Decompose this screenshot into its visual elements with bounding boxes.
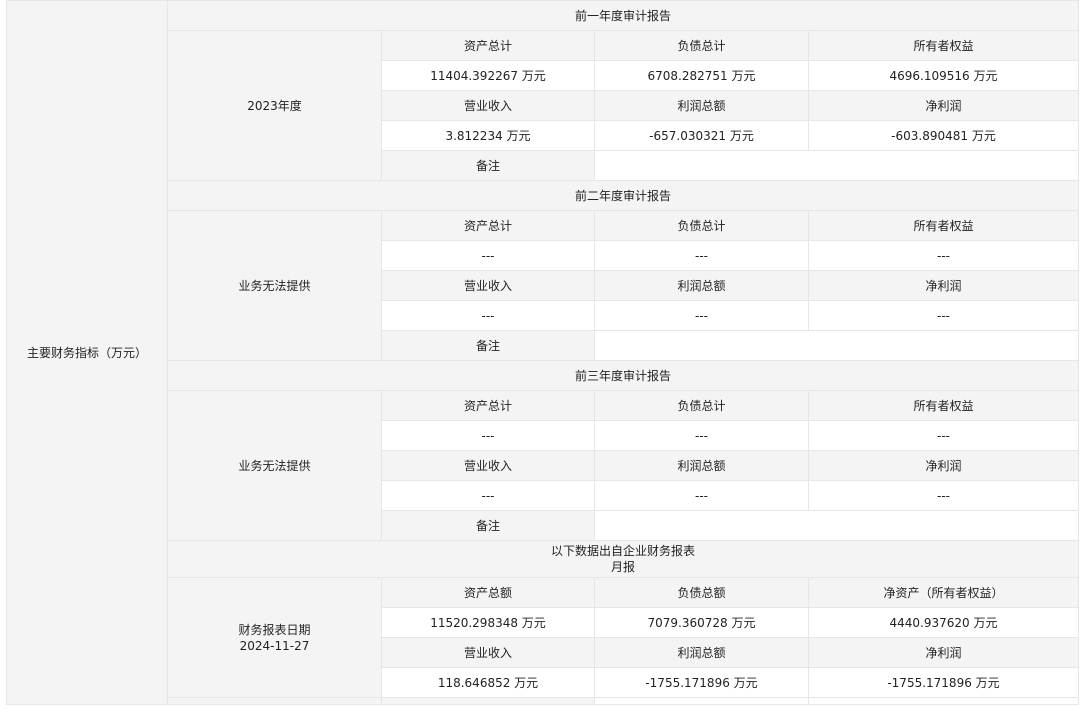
header-total-profit: 利润总额	[594, 450, 809, 481]
value-net-profit: -603.890481 万元	[807, 120, 1080, 151]
header-total-profit: 利润总额	[594, 90, 809, 121]
header-total-liabilities: 负债总计	[594, 210, 809, 241]
value-total-assets: ---	[381, 420, 595, 451]
value-total-assets: 11520.298348 万元	[381, 607, 595, 638]
section-row-label-year2: 业务无法提供	[167, 210, 382, 361]
value-revenue: ---	[381, 480, 595, 511]
note-value	[593, 510, 1080, 541]
value-revenue: ---	[381, 300, 595, 331]
header-total-assets: 资产总计	[381, 30, 595, 61]
header-total-profit: 利润总额	[594, 637, 809, 668]
value-net-profit: ---	[807, 300, 1080, 331]
header-total-liabilities: 负债总计	[594, 30, 809, 61]
header-net-profit: 净利润	[807, 90, 1080, 121]
monthly-report-title-line2: 月报	[611, 560, 636, 574]
header-total-assets: 资产总计	[381, 210, 595, 241]
value-owners-equity: ---	[807, 240, 1080, 271]
value-owners-equity: ---	[807, 420, 1080, 451]
note-value	[593, 330, 1080, 361]
value-total-assets: 11404.392267 万元	[381, 60, 595, 91]
header-total-assets: 资产总额	[381, 577, 595, 608]
value-total-liabilities: ---	[594, 420, 809, 451]
note-label: 备注	[381, 330, 595, 361]
header-net-assets: 净资产（所有者权益）	[807, 577, 1080, 608]
note-label: 备注	[381, 510, 595, 541]
value-net-profit: ---	[807, 480, 1080, 511]
monthly-report-title: 以下数据出自企业财务报表 月报	[166, 540, 1080, 578]
header-net-profit: 净利润	[807, 270, 1080, 301]
report-date-value: 2024-11-27	[239, 638, 310, 653]
table-bottom-stub	[167, 697, 382, 705]
value-revenue: 118.646852 万元	[381, 667, 595, 698]
value-total-profit: ---	[594, 480, 809, 511]
header-revenue: 营业收入	[381, 637, 595, 668]
header-revenue: 营业收入	[381, 450, 595, 481]
value-total-liabilities: 7079.360728 万元	[594, 607, 809, 638]
header-total-liabilities: 负债总额	[594, 577, 809, 608]
section-title-year1: 前一年度审计报告	[166, 0, 1080, 31]
section-title-year2: 前二年度审计报告	[166, 180, 1080, 211]
header-owners-equity: 所有者权益	[807, 30, 1080, 61]
financial-indicators-table: 主要财务指标（万元） 前一年度审计报告 2023年度 资产总计 负债总计 所有者…	[6, 0, 1080, 705]
table-bottom-stub	[594, 697, 809, 705]
header-total-liabilities: 负债总计	[594, 390, 809, 421]
value-owners-equity: 4696.109516 万元	[807, 60, 1080, 91]
value-net-profit: -1755.171896 万元	[807, 667, 1080, 698]
header-revenue: 营业收入	[381, 270, 595, 301]
value-total-liabilities: ---	[594, 240, 809, 271]
section-title-year3: 前三年度审计报告	[166, 360, 1080, 391]
header-net-profit: 净利润	[807, 450, 1080, 481]
value-total-profit: -1755.171896 万元	[594, 667, 809, 698]
header-total-profit: 利润总额	[594, 270, 809, 301]
monthly-report-title-line1: 以下数据出自企业财务报表	[551, 544, 696, 558]
header-net-profit: 净利润	[807, 637, 1080, 668]
section-row-label-year1: 2023年度	[167, 30, 382, 181]
financial-indicators-panel: 主要财务指标（万元） 前一年度审计报告 2023年度 资产总计 负债总计 所有者…	[6, 0, 1080, 719]
header-total-assets: 资产总计	[381, 390, 595, 421]
note-label: 备注	[381, 150, 595, 181]
note-value	[593, 150, 1080, 181]
value-total-profit: ---	[594, 300, 809, 331]
table-bottom-stub	[381, 697, 595, 705]
header-owners-equity: 所有者权益	[807, 390, 1080, 421]
section-row-label-year3: 业务无法提供	[167, 390, 382, 541]
value-total-liabilities: 6708.282751 万元	[594, 60, 809, 91]
main-financial-indicators-label: 主要财务指标（万元）	[6, 0, 168, 705]
header-owners-equity: 所有者权益	[807, 210, 1080, 241]
value-total-profit: -657.030321 万元	[594, 120, 809, 151]
header-revenue: 营业收入	[381, 90, 595, 121]
table-bottom-stub	[807, 697, 1080, 705]
value-revenue: 3.812234 万元	[381, 120, 595, 151]
value-total-assets: ---	[381, 240, 595, 271]
report-date-label: 财务报表日期 2024-11-27	[167, 577, 382, 698]
value-net-assets: 4440.937620 万元	[807, 607, 1080, 638]
report-date-caption: 财务报表日期	[238, 622, 311, 637]
